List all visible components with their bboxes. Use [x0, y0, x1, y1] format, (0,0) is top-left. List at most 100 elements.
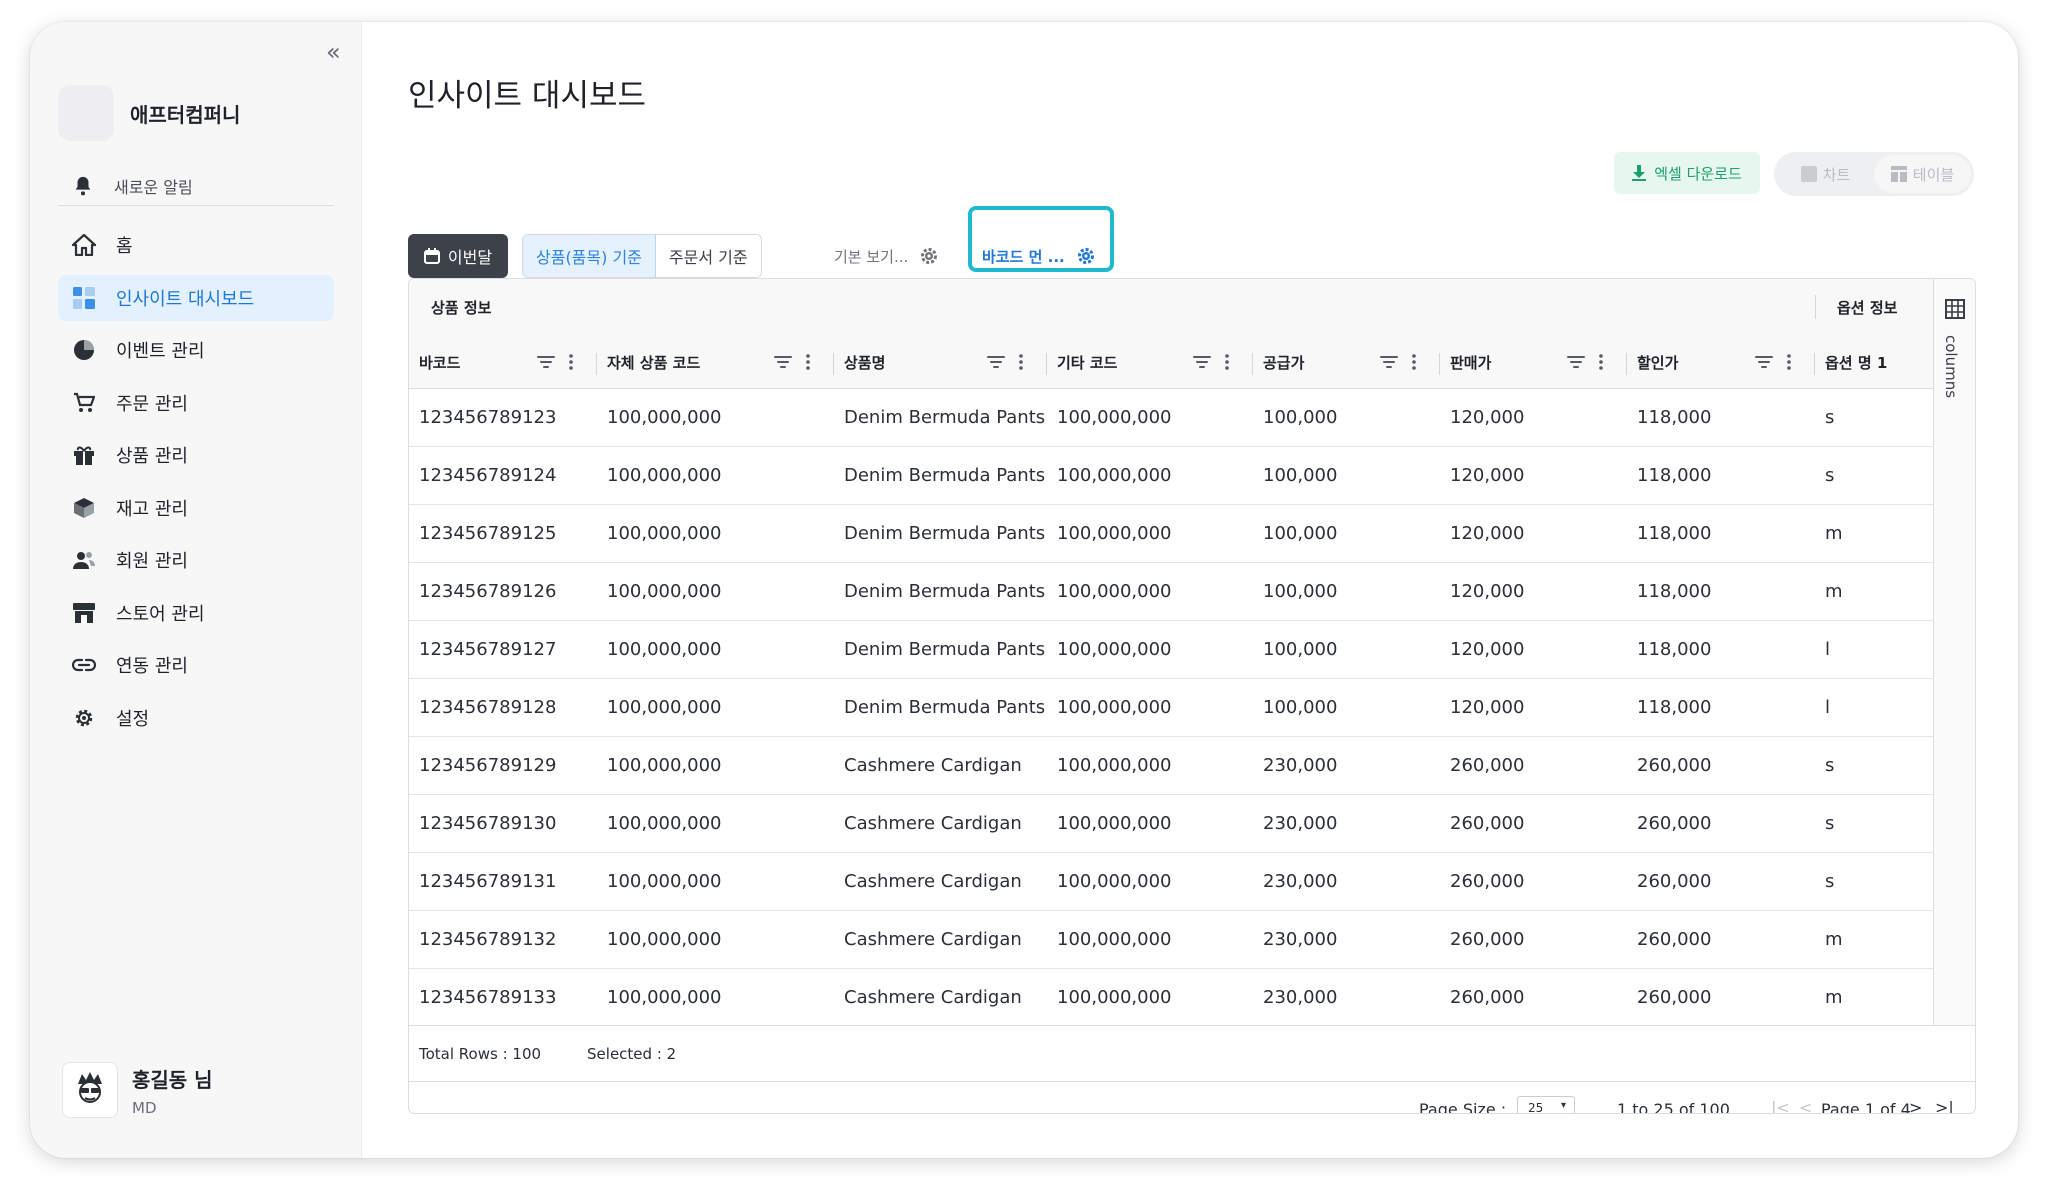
table-view-option[interactable]: 테이블 — [1874, 155, 1971, 193]
table-row[interactable]: 123456789124 100,000,000 Denim Bermuda Pan… — [409, 447, 1933, 505]
column-menu-icon[interactable] — [806, 354, 810, 370]
table-row[interactable]: 123456789125 100,000,000 Denim Bermuda Pan… — [409, 505, 1933, 563]
gear-icon[interactable] — [1077, 247, 1095, 265]
filter-icon[interactable] — [1567, 355, 1585, 369]
sidebar-item-members[interactable]: 회원 관리 — [58, 537, 334, 583]
chart-view-option[interactable]: 차트 — [1777, 155, 1874, 193]
period-button[interactable]: 이번달 — [408, 234, 508, 278]
view-toggle: 차트 테이블 — [1774, 152, 1974, 196]
table-row[interactable]: 123456789129 100,000,000 Cashmere Cardigan… — [409, 737, 1933, 795]
cell-sale-price: 260,000 — [1450, 813, 1525, 834]
column-header-supply-price[interactable]: 공급가 — [1253, 335, 1440, 389]
column-header-sale-price[interactable]: 판매가 — [1440, 335, 1627, 389]
table-row[interactable]: 123456789123 100,000,000 Denim Bermuda Pan… — [409, 389, 1933, 447]
cell-supply-price: 230,000 — [1263, 929, 1338, 950]
table-row[interactable]: 123456789132 100,000,000 Cashmere Cardigan… — [409, 911, 1933, 969]
filter-icon[interactable] — [1380, 355, 1398, 369]
column-header-option-name-1[interactable]: 옵션 명 1 — [1815, 335, 1933, 389]
cell-barcode: 123456789129 — [419, 755, 557, 776]
table-icon — [1890, 166, 1907, 182]
sidebar-item-settings[interactable]: 설정 — [58, 695, 334, 741]
cell-option-name-1: l — [1825, 639, 1831, 660]
sidebar-item-inventory[interactable]: 재고 관리 — [58, 485, 334, 531]
sidebar-item-insight-dashboard[interactable]: 인사이트 대시보드 — [58, 274, 334, 321]
column-header-label: 자체 상품 코드 — [607, 353, 701, 372]
chart-icon — [1800, 166, 1817, 182]
filter-icon[interactable] — [1755, 355, 1773, 369]
column-menu-icon[interactable] — [1412, 354, 1416, 370]
notifications-label: 새로운 알림 — [114, 177, 193, 197]
column-menu-icon[interactable] — [1019, 354, 1023, 370]
column-menu-icon[interactable] — [569, 354, 573, 370]
columns-panel-tab[interactable]: columns — [1942, 335, 1960, 398]
cell-barcode: 123456789126 — [419, 581, 557, 602]
gear-icon[interactable] — [920, 247, 938, 265]
table-row[interactable]: 123456789126 100,000,000 Denim Bermuda Pan… — [409, 563, 1933, 621]
table-row[interactable]: 123456789130 100,000,000 Cashmere Cardigan… — [409, 795, 1933, 853]
column-header-own-code[interactable]: 자체 상품 코드 — [597, 335, 834, 389]
column-header-product-name[interactable]: 상품명 — [834, 335, 1047, 389]
excel-download-button[interactable]: 엑셀 다운로드 — [1614, 152, 1760, 194]
column-header-other-code[interactable]: 기타 코드 — [1047, 335, 1253, 389]
columns-side-panel: columns — [1933, 279, 1975, 1025]
cell-product-name: Cashmere Cardigan — [844, 987, 1022, 1008]
column-header-actions — [1380, 335, 1416, 389]
group-header-product: 상품 정보 — [431, 299, 492, 317]
cell-own-code: 100,000,000 — [607, 987, 722, 1008]
cell-discount-price: 260,000 — [1637, 929, 1712, 950]
order-basis-option[interactable]: 주문서 기준 — [655, 235, 761, 277]
sidebar-item-integrations[interactable]: 연동 관리 — [58, 642, 334, 688]
chart-view-label: 차트 — [1822, 165, 1851, 184]
column-header-discount-price[interactable]: 할인가 — [1627, 335, 1815, 389]
brand-logo — [58, 85, 114, 141]
cell-other-code: 100,000,000 — [1057, 813, 1172, 834]
filter-icon[interactable] — [537, 355, 555, 369]
cell-product-name: Cashmere Cardigan — [844, 929, 1022, 950]
tab-label: 바코드 먼 ... — [982, 247, 1065, 266]
column-menu-icon[interactable] — [1599, 354, 1603, 370]
user-profile[interactable]: 홍길동 님 MD — [62, 1062, 213, 1118]
selected-count: Selected : 2 — [587, 1044, 677, 1063]
notifications-link[interactable]: 새로운 알림 — [58, 166, 334, 206]
sidebar-item-orders[interactable]: 주문 관리 — [58, 380, 334, 426]
prev-page-icon[interactable]: < — [1799, 1098, 1812, 1113]
column-header-barcode[interactable]: 바코드 — [409, 335, 597, 389]
cell-sale-price: 120,000 — [1450, 407, 1525, 428]
pie-chart-icon — [72, 338, 96, 362]
columns-icon[interactable] — [1945, 299, 1965, 319]
tab-default-view[interactable]: 기본 보기... — [834, 234, 938, 278]
column-header-actions — [774, 335, 810, 389]
collapse-sidebar-icon[interactable]: « — [326, 38, 341, 66]
app-window: « 애프터컴퍼니 새로운 알림 홈 인사이트 대시보드 이벤트 관리 주문 관리… — [30, 22, 2018, 1158]
first-page-icon[interactable]: |< — [1771, 1098, 1790, 1113]
product-basis-option[interactable]: 상품(품목) 기준 — [523, 235, 656, 277]
tab-barcode-view[interactable]: 바코드 먼 ... — [982, 234, 1095, 281]
filter-icon[interactable] — [987, 355, 1005, 369]
cell-discount-price: 118,000 — [1637, 697, 1712, 718]
last-page-icon[interactable]: >| — [1935, 1098, 1954, 1113]
group-header-option: 옵션 정보 — [1837, 299, 1898, 317]
table-row[interactable]: 123456789131 100,000,000 Cashmere Cardigan… — [409, 853, 1933, 911]
sidebar-item-events[interactable]: 이벤트 관리 — [58, 327, 334, 373]
table-row[interactable]: 123456789133 100,000,000 Cashmere Cardigan… — [409, 969, 1933, 1025]
cell-discount-price: 260,000 — [1637, 987, 1712, 1008]
cell-sale-price: 260,000 — [1450, 871, 1525, 892]
cell-sale-price: 120,000 — [1450, 465, 1525, 486]
table-row[interactable]: 123456789127 100,000,000 Denim Bermuda Pan… — [409, 621, 1933, 679]
column-header-actions — [1193, 335, 1229, 389]
page-size-select[interactable]: 25 ▾ — [1517, 1096, 1575, 1113]
table-row[interactable]: 123456789128 100,000,000 Denim Bermuda Pan… — [409, 679, 1933, 737]
sidebar-item-home[interactable]: 홈 — [58, 222, 334, 268]
cell-option-name-1: m — [1825, 523, 1843, 544]
column-header-label: 공급가 — [1263, 353, 1305, 372]
sidebar-item-stores[interactable]: 스토어 관리 — [58, 590, 334, 636]
column-menu-icon[interactable] — [1225, 354, 1229, 370]
sidebar-item-products[interactable]: 상품 관리 — [58, 432, 334, 478]
cell-discount-price: 118,000 — [1637, 407, 1712, 428]
filter-icon[interactable] — [774, 355, 792, 369]
next-page-icon[interactable]: > — [1909, 1098, 1922, 1113]
grid-body: 123456789123 100,000,000 Denim Bermuda Pan… — [409, 389, 1933, 1025]
filter-icon[interactable] — [1193, 355, 1211, 369]
cell-barcode: 123456789127 — [419, 639, 557, 660]
column-menu-icon[interactable] — [1787, 354, 1791, 370]
